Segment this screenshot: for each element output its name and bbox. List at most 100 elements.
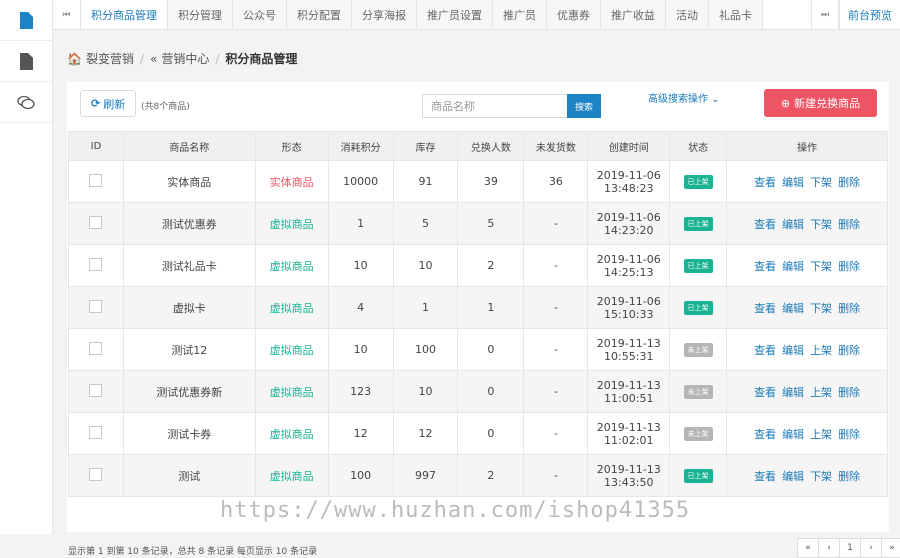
- chevron-down-icon: ⌄: [711, 94, 720, 105]
- pagination-summary: 显示第 1 到第 10 条记录，总共 8 条记录 每页显示 10 条记录: [68, 547, 318, 557]
- row-checkbox[interactable]: [89, 257, 103, 271]
- tab-item[interactable]: 积分管理: [168, 0, 233, 29]
- tab-item[interactable]: 积分商品管理: [81, 0, 168, 29]
- advanced-search-toggle[interactable]: 高级搜索操作 ⌄: [648, 90, 720, 105]
- row-checkbox[interactable]: [89, 215, 103, 229]
- row-action-link[interactable]: 删除: [838, 302, 860, 315]
- cell-form: 虚拟商品: [254, 370, 329, 413]
- cell-form: 实体商品: [254, 160, 329, 203]
- row-action-link[interactable]: 上架: [810, 428, 832, 441]
- status-badge: 已上架: [683, 217, 713, 231]
- tab-item[interactable]: 公众号: [233, 0, 287, 29]
- row-action-link[interactable]: 查看: [754, 302, 776, 315]
- breadcrumb-home[interactable]: 裂变营销: [86, 50, 134, 67]
- refresh-icon: ⟳: [91, 97, 101, 110]
- tab-item[interactable]: 礼品卡: [709, 0, 763, 29]
- tab-item[interactable]: 分享海报: [352, 0, 417, 29]
- tab-item[interactable]: 活动: [666, 0, 709, 29]
- row-action-link[interactable]: 编辑: [782, 218, 804, 231]
- row-action-link[interactable]: 查看: [754, 386, 776, 399]
- row-checkbox[interactable]: [89, 467, 103, 481]
- row-action-link[interactable]: 查看: [754, 344, 776, 357]
- cell-points: 10000: [327, 160, 394, 203]
- cell-select: [68, 412, 124, 455]
- row-action-link[interactable]: 编辑: [782, 428, 804, 441]
- cell-status: 未上架: [669, 370, 728, 413]
- preview-button[interactable]: 前台预览: [839, 0, 900, 29]
- row-checkbox[interactable]: [89, 173, 103, 187]
- cell-unshipped: -: [523, 412, 589, 455]
- row-action-link[interactable]: 下架: [810, 470, 832, 483]
- cell-name: 测试优惠券新: [122, 370, 256, 413]
- created-time: 14:23:20: [604, 223, 654, 237]
- pagination-button[interactable]: ‹: [818, 538, 840, 558]
- row-action-link[interactable]: 编辑: [782, 386, 804, 399]
- row-action-link[interactable]: 查看: [754, 176, 776, 189]
- row-action-link[interactable]: 删除: [838, 260, 860, 273]
- tab-scroll-left-button[interactable]: ⏮: [53, 0, 81, 29]
- row-action-link[interactable]: 编辑: [782, 470, 804, 483]
- table-header-row: ID 商品名称 形态 消耗积分 库存 兑换人数 未发货数 创建时间 状态 操作: [68, 131, 888, 161]
- created-date: 2019-11-13: [596, 336, 661, 350]
- row-action-link[interactable]: 删除: [838, 176, 860, 189]
- pagination-button[interactable]: «: [797, 538, 819, 558]
- tab-item[interactable]: 推广员设置: [417, 0, 493, 29]
- cell-unshipped: -: [523, 244, 589, 287]
- sidebar-item-chat[interactable]: [0, 82, 52, 123]
- cell-name: 测试礼品卡: [122, 244, 256, 287]
- tab-item[interactable]: 积分配置: [287, 0, 352, 29]
- row-action-link[interactable]: 编辑: [782, 302, 804, 315]
- row-action-link[interactable]: 查看: [754, 428, 776, 441]
- row-action-link[interactable]: 查看: [754, 260, 776, 273]
- tab-scroll-right-button[interactable]: ⏭: [811, 0, 839, 29]
- search-input[interactable]: [422, 94, 568, 118]
- tab-item[interactable]: 优惠券: [547, 0, 601, 29]
- cell-status: 已上架: [669, 454, 728, 497]
- row-action-link[interactable]: 下架: [810, 218, 832, 231]
- sidebar-item-document[interactable]: [0, 0, 52, 41]
- cell-name: 测试: [122, 454, 256, 497]
- tab-item[interactable]: 推广收益: [601, 0, 666, 29]
- row-action-link[interactable]: 编辑: [782, 176, 804, 189]
- created-time: 10:55:31: [604, 349, 654, 363]
- cell-stock: 91: [392, 160, 459, 203]
- cell-unshipped: -: [523, 454, 589, 497]
- new-product-button[interactable]: ⊕ 新建兑换商品: [764, 89, 877, 117]
- row-action-link[interactable]: 删除: [838, 470, 860, 483]
- status-badge: 未上架: [683, 427, 713, 441]
- row-action-link[interactable]: 编辑: [782, 344, 804, 357]
- pagination-button[interactable]: ›: [860, 538, 882, 558]
- breadcrumb-section[interactable]: 营销中心: [161, 50, 209, 67]
- double-chevron-left-icon: «: [150, 51, 158, 66]
- pagination-button[interactable]: 1: [839, 538, 861, 558]
- row-action-link[interactable]: 删除: [838, 386, 860, 399]
- cell-form: 虚拟商品: [254, 244, 329, 287]
- pagination-button[interactable]: »: [881, 538, 900, 558]
- cell-stock: 5: [392, 202, 459, 245]
- column-header: 创建时间: [587, 131, 671, 161]
- row-action-link[interactable]: 下架: [810, 260, 832, 273]
- refresh-button[interactable]: ⟳ 刷新: [80, 90, 137, 117]
- cell-name: 测试优惠券: [122, 202, 256, 245]
- row-action-link[interactable]: 删除: [838, 344, 860, 357]
- row-checkbox[interactable]: [89, 383, 103, 397]
- sidebar-item-file[interactable]: [0, 41, 52, 82]
- row-action-link[interactable]: 上架: [810, 386, 832, 399]
- row-action-link[interactable]: 查看: [754, 470, 776, 483]
- cell-form: 虚拟商品: [254, 454, 329, 497]
- row-checkbox[interactable]: [89, 425, 103, 439]
- row-action-link[interactable]: 上架: [810, 344, 832, 357]
- row-action-link[interactable]: 查看: [754, 218, 776, 231]
- refresh-label: 刷新: [103, 97, 126, 111]
- row-action-link[interactable]: 删除: [838, 218, 860, 231]
- cell-created: 2019-11-06 14:25:13: [587, 244, 671, 287]
- row-action-link[interactable]: 编辑: [782, 260, 804, 273]
- row-checkbox[interactable]: [89, 299, 103, 313]
- tab-item[interactable]: 推广员: [493, 0, 547, 29]
- row-action-link[interactable]: 下架: [810, 176, 832, 189]
- search-button[interactable]: 搜索: [567, 94, 601, 118]
- row-action-link[interactable]: 下架: [810, 302, 832, 315]
- column-header: 未发货数: [523, 131, 589, 161]
- row-action-link[interactable]: 删除: [838, 428, 860, 441]
- row-checkbox[interactable]: [89, 341, 103, 355]
